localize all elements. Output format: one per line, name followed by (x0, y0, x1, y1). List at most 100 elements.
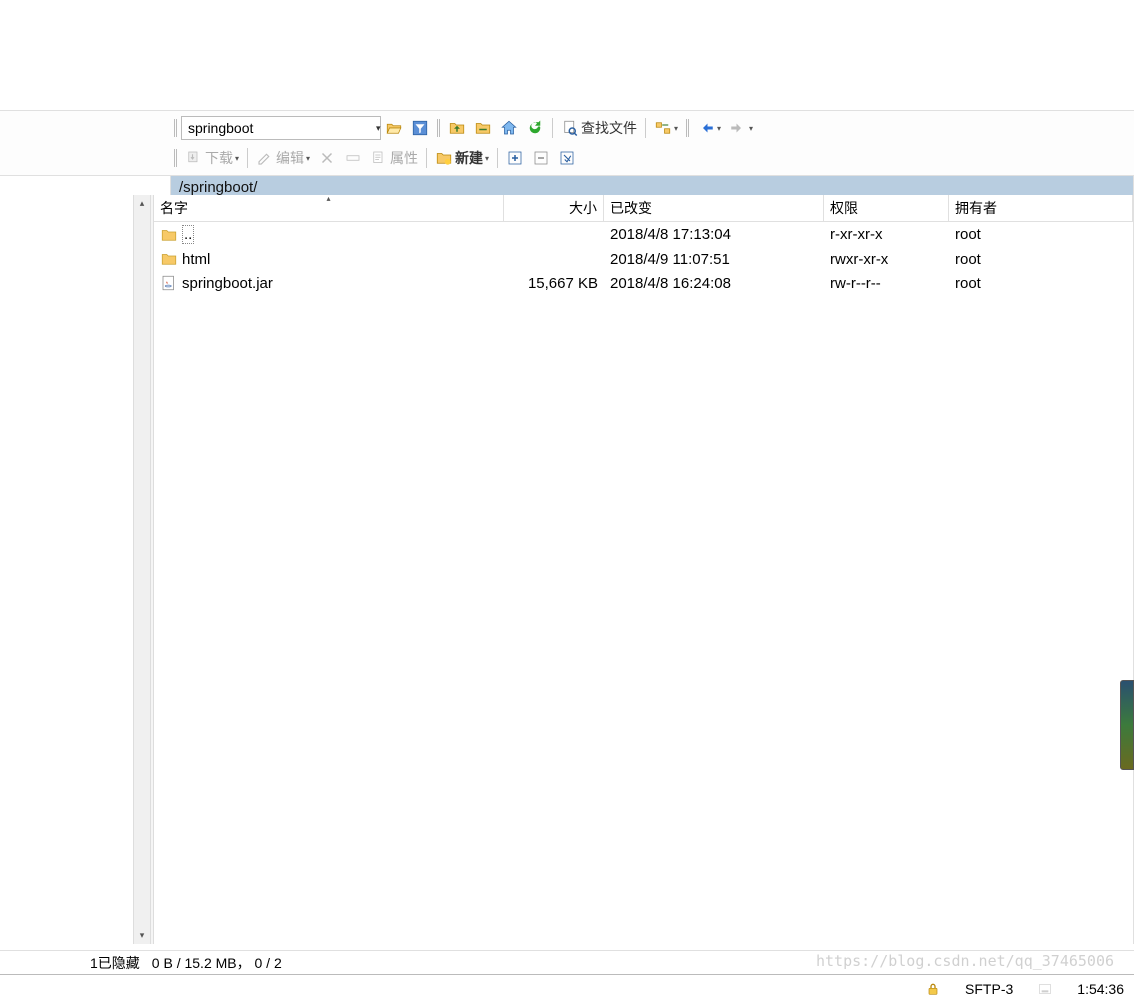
parent-folder-button[interactable] (444, 116, 470, 140)
column-owner[interactable]: 拥有者 (949, 195, 1133, 221)
separator (645, 118, 646, 138)
properties-label: 属性 (390, 148, 418, 168)
parent-folder-icon (448, 119, 466, 137)
new-button[interactable]: 新建 ▾ (431, 146, 493, 170)
rename-button (340, 146, 366, 170)
open-folder-button[interactable] (381, 116, 407, 140)
toolbar-grip[interactable] (174, 119, 177, 137)
selection-info: 0 B / 15.2 MB， 0 / 2 (152, 953, 282, 973)
home-button[interactable] (496, 116, 522, 140)
blank-header (0, 0, 1134, 110)
file-perm: rw-r--r-- (830, 275, 881, 292)
folder-up-icon (160, 226, 178, 244)
address-combo[interactable]: ▾ (181, 116, 381, 140)
file-list-header: 名字 ▴ 大小 已改变 权限 拥有者 (154, 195, 1133, 222)
chevron-down-icon: ▾ (235, 154, 239, 163)
scroll-up-icon[interactable]: ▴ (135, 195, 150, 212)
scroll-down-icon[interactable]: ▾ (135, 927, 150, 944)
filter-button[interactable] (407, 116, 433, 140)
filter-icon (411, 119, 429, 137)
file-changed: 2018/4/8 16:24:08 (610, 275, 731, 292)
column-changed-label: 已改变 (610, 198, 652, 218)
find-files-button[interactable]: 查找文件 (557, 116, 641, 140)
left-pane: ▴ ▾ (0, 195, 150, 944)
main-area: ▴ ▾ 名字 ▴ 大小 已改变 权限 拥有者 .. 2018/4/8 17:13… (0, 195, 1134, 944)
forward-button: ▾ (725, 116, 757, 140)
delete-button (314, 146, 340, 170)
find-files-label: 查找文件 (581, 118, 637, 138)
properties-icon (370, 149, 388, 167)
column-size[interactable]: 大小 (504, 195, 604, 221)
plus-button[interactable] (502, 146, 528, 170)
folder-icon (160, 250, 178, 268)
column-changed[interactable]: 已改变 (604, 195, 824, 221)
toolbar-grip[interactable] (686, 119, 689, 137)
home-icon (500, 119, 518, 137)
delete-icon (318, 149, 336, 167)
java-icon (160, 274, 178, 292)
protocol-label: SFTP-3 (965, 981, 1013, 997)
file-owner: root (955, 275, 981, 292)
status-bar: SFTP-3 1:54:36 (0, 974, 1134, 1002)
separator (497, 148, 498, 168)
back-arrow-icon (697, 119, 715, 137)
new-folder-icon (435, 149, 453, 167)
toolbar-grip[interactable] (174, 149, 177, 167)
column-name-label: 名字 (160, 198, 188, 218)
new-label: 新建 (455, 148, 483, 168)
column-permissions[interactable]: 权限 (824, 195, 949, 221)
toolbar-row-1: ▾ 查找文件 ▾ (170, 113, 1134, 143)
file-changed: 2018/4/8 17:13:04 (610, 226, 731, 243)
file-changed: 2018/4/9 11:07:51 (610, 251, 730, 268)
column-permissions-label: 权限 (830, 198, 858, 218)
file-size: 15,667 KB (528, 275, 598, 292)
chevron-down-icon: ▾ (485, 154, 489, 163)
disk-icon (1037, 981, 1053, 997)
column-size-label: 大小 (569, 198, 597, 218)
properties-button: 属性 (366, 146, 422, 170)
table-row[interactable]: springboot.jar 15,667 KB 2018/4/8 16:24:… (154, 271, 1133, 295)
download-icon (185, 149, 203, 167)
edit-button: 编辑 ▾ (252, 146, 314, 170)
mask-icon (558, 149, 576, 167)
column-owner-label: 拥有者 (955, 198, 997, 218)
file-pane: 名字 ▴ 大小 已改变 权限 拥有者 .. 2018/4/8 17:13:04 … (154, 195, 1134, 944)
table-row[interactable]: html 2018/4/9 11:07:51 rwxr-xr-x root (154, 247, 1133, 271)
file-name: .. (182, 225, 194, 244)
rename-icon (344, 149, 362, 167)
file-perm: r-xr-xr-x (830, 226, 882, 243)
refresh-button[interactable] (522, 116, 548, 140)
left-scrollbar[interactable]: ▴ ▾ (133, 195, 150, 944)
sync-button[interactable]: ▾ (650, 116, 682, 140)
table-row[interactable]: .. 2018/4/8 17:13:04 r-xr-xr-x root (154, 222, 1133, 247)
forward-arrow-icon (729, 119, 747, 137)
chevron-down-icon: ▾ (306, 154, 310, 163)
download-label: 下载 (205, 148, 233, 168)
elapsed-time: 1:54:36 (1077, 981, 1124, 997)
back-button[interactable]: ▾ (693, 116, 725, 140)
file-owner: root (955, 226, 981, 243)
sync-icon (654, 119, 672, 137)
root-folder-button[interactable] (470, 116, 496, 140)
file-name: springboot.jar (182, 275, 273, 292)
minus-button[interactable] (528, 146, 554, 170)
toolbar-grip[interactable] (437, 119, 440, 137)
sort-indicator-icon: ▴ (326, 194, 330, 203)
plus-icon (506, 149, 524, 167)
lock-icon (925, 981, 941, 997)
toolbar-area: ▾ 查找文件 ▾ (0, 110, 1134, 176)
chevron-down-icon: ▾ (717, 124, 721, 133)
address-input[interactable] (184, 120, 373, 136)
column-name[interactable]: 名字 ▴ (154, 195, 504, 221)
side-widget[interactable] (1120, 680, 1134, 770)
chevron-down-icon: ▾ (674, 124, 678, 133)
separator (247, 148, 248, 168)
open-folder-icon (385, 119, 403, 137)
mask-button[interactable] (554, 146, 580, 170)
minus-icon (532, 149, 550, 167)
find-icon (561, 119, 579, 137)
root-folder-icon (474, 119, 492, 137)
path-text: /springboot/ (179, 179, 257, 196)
download-button: 下载 ▾ (181, 146, 243, 170)
edit-icon (256, 149, 274, 167)
